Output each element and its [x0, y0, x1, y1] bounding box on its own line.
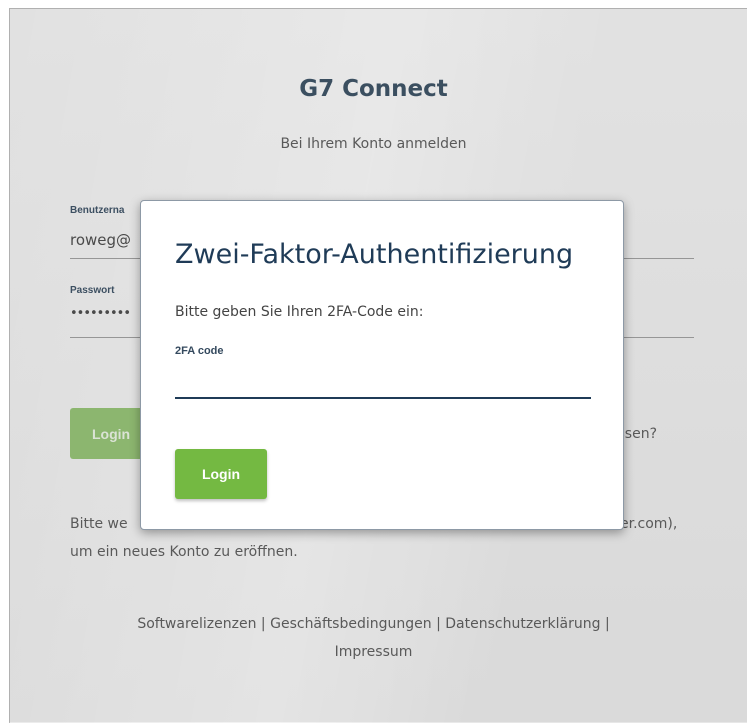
- twofa-code-input[interactable]: [175, 367, 591, 399]
- two-factor-dialog: Zwei-Faktor-Authentifizierung Bitte gebe…: [140, 200, 624, 530]
- dialog-prompt: Bitte geben Sie Ihren 2FA-Code ein:: [175, 304, 424, 320]
- twofa-code-label: 2FA code: [175, 345, 224, 357]
- dialog-login-button[interactable]: Login: [175, 449, 267, 499]
- dialog-title: Zwei-Faktor-Authentifizierung: [175, 239, 574, 270]
